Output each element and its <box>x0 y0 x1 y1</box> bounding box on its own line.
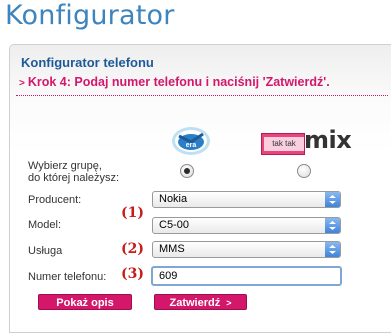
era-logo-icon: era <box>171 126 211 156</box>
radio-taktak[interactable] <box>297 164 311 178</box>
confirm-label: Zatwierdź <box>169 297 221 309</box>
show-description-button[interactable]: Pokaż opis <box>38 294 132 310</box>
phone-marker: (3) <box>121 266 144 282</box>
phone-number-input[interactable]: 609 <box>151 266 342 286</box>
operator-group-label: Wybierz grupę, do której należysz: <box>28 160 119 184</box>
radio-selected-dot <box>184 168 190 174</box>
taktak-box: tak tak <box>261 133 305 155</box>
select-arrows-icon <box>325 192 340 207</box>
operator-group-label-line2: do której należysz: <box>28 172 120 184</box>
model-label: Model: <box>28 219 62 231</box>
era-logo-text: era <box>186 142 197 149</box>
model-select[interactable]: C5-00 <box>152 217 341 234</box>
producer-label: Producent: <box>28 194 82 206</box>
select-arrows-icon <box>325 218 340 233</box>
service-value: MMS <box>159 243 185 255</box>
chevron-right-icon: > <box>226 298 232 308</box>
radio-era[interactable] <box>180 164 194 178</box>
producer-value: Nokia <box>159 193 188 205</box>
step-text: Krok 4: Podaj numer telefonu i naciśnij … <box>27 75 330 89</box>
step-instruction: > Krok 4: Podaj numer telefonu i naciśnij… <box>19 75 330 89</box>
service-marker: (2) <box>121 241 144 257</box>
taktak-box-text: tak tak <box>264 137 304 151</box>
page-title: Konfigurator <box>5 0 175 31</box>
service-label: Usługa <box>28 245 63 257</box>
step-marker-icon: > <box>19 78 25 89</box>
producer-select[interactable]: Nokia <box>152 191 341 208</box>
service-select[interactable]: MMS <box>152 241 341 258</box>
confirm-button[interactable]: Zatwierdź > <box>154 294 247 310</box>
model-marker: (1) <box>121 205 144 221</box>
panel-heading: Konfigurator telefonu <box>21 55 154 70</box>
phone-label: Numer telefonu: <box>28 271 107 283</box>
dotted-divider <box>16 95 388 96</box>
taktak-mix-logo-icon: tak tak mix <box>261 126 353 157</box>
model-value: C5-00 <box>159 219 189 231</box>
select-arrows-icon <box>325 242 340 257</box>
mix-text: mix <box>304 126 352 154</box>
operator-group-label-line1: Wybierz grupę, <box>28 160 102 172</box>
